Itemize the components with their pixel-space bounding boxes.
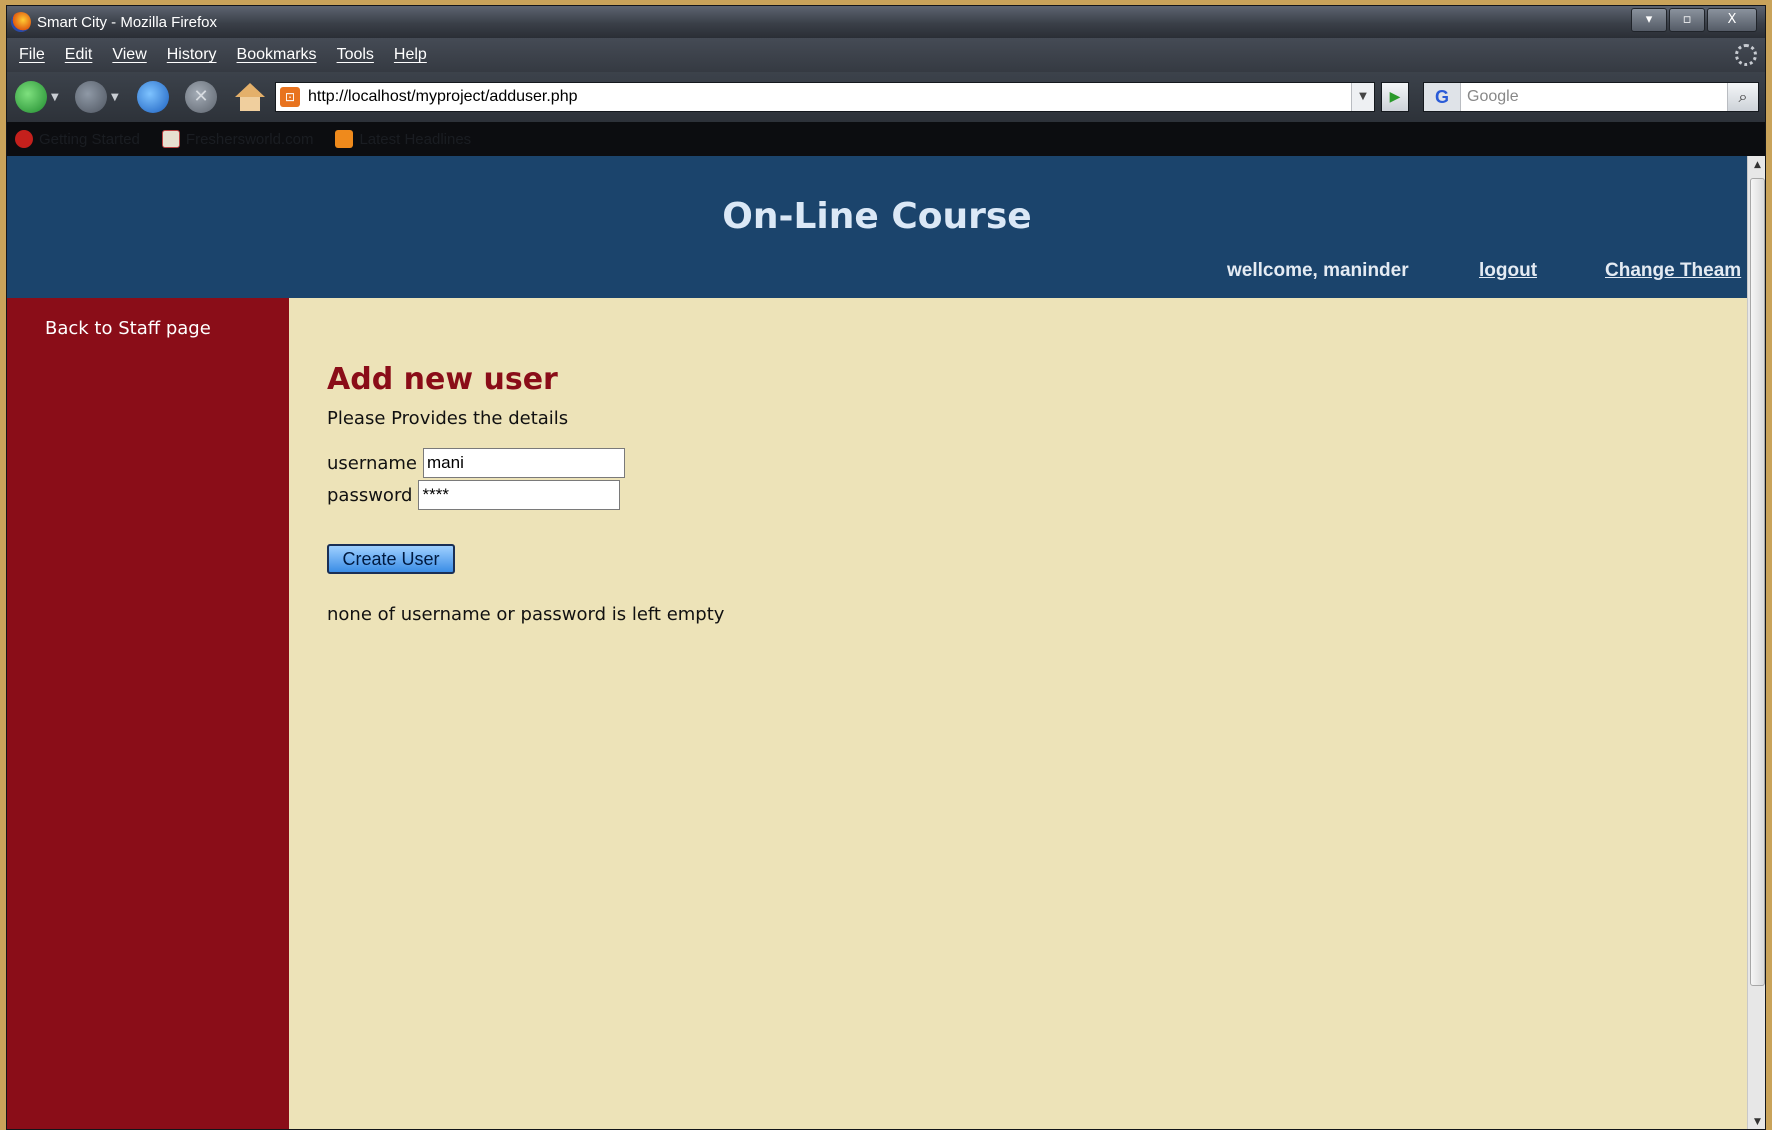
site-favicon-icon: ⊡: [280, 87, 300, 107]
firefox-icon: [11, 12, 31, 32]
forward-arrow-icon[interactable]: [75, 81, 107, 113]
bookmark-freshersworld[interactable]: Freshersworld.com: [161, 130, 314, 148]
page-viewport: On-Line Course wellcome, maninder logout…: [7, 156, 1747, 1129]
validation-message: none of username or password is left emp…: [327, 604, 725, 625]
stop-icon[interactable]: ✕: [185, 81, 217, 113]
minimize-button[interactable]: ▾: [1631, 8, 1667, 32]
home-wall-shape: [240, 97, 260, 111]
bookmark-getting-started[interactable]: Getting Started: [15, 130, 140, 148]
bookmarks-toolbar: Getting Started Freshersworld.com Latest…: [7, 122, 1765, 156]
change-theme-link[interactable]: Change Theam: [1605, 260, 1741, 282]
scroll-thumb[interactable]: [1750, 178, 1765, 986]
page-title: Add new user: [327, 362, 558, 397]
sidebar: Back to Staff page: [7, 298, 289, 1129]
bookmark-label: Getting Started: [39, 130, 140, 148]
home-icon[interactable]: [233, 81, 265, 113]
vertical-scrollbar[interactable]: ▲ ▼: [1747, 156, 1765, 1129]
bookmark-label: Latest Headlines: [359, 130, 472, 148]
scroll-down-arrow-icon[interactable]: ▼: [1748, 1113, 1765, 1129]
firefox-bookmark-icon: [15, 130, 33, 148]
forward-history-dropdown-icon[interactable]: ▼: [111, 92, 119, 103]
title-bar: Smart City - Mozilla Firefox ▾ ▫ X: [7, 6, 1765, 38]
url-dropdown-icon[interactable]: ▼: [1351, 83, 1374, 111]
logout-link[interactable]: logout: [1479, 260, 1537, 282]
search-engine-icon[interactable]: G: [1424, 83, 1461, 111]
back-arrow-icon[interactable]: [15, 81, 47, 113]
reload-icon[interactable]: [137, 81, 169, 113]
instructions-text: Please Provides the details: [327, 408, 569, 429]
window-controls: ▾ ▫ X: [1629, 8, 1757, 32]
create-user-button[interactable]: Create User: [327, 544, 455, 574]
password-input[interactable]: [418, 480, 621, 510]
back-to-staff-page-link[interactable]: Back to Staff page: [45, 318, 211, 339]
menu-help[interactable]: Help: [394, 46, 427, 64]
site-title: On-Line Course: [722, 196, 1032, 237]
search-placeholder[interactable]: Google: [1467, 88, 1519, 106]
menu-edit[interactable]: Edit: [65, 46, 93, 64]
search-bar[interactable]: G Google ⌕: [1423, 82, 1759, 112]
url-text[interactable]: http://localhost/myproject/adduser.php: [308, 88, 578, 106]
home-roof-shape: [235, 83, 265, 97]
address-bar[interactable]: ⊡ http://localhost/myproject/adduser.php…: [275, 82, 1375, 112]
go-button[interactable]: ▶: [1381, 82, 1409, 112]
window-title: Smart City - Mozilla Firefox: [37, 13, 218, 31]
username-input[interactable]: [423, 448, 625, 478]
menu-bar: File Edit View History Bookmarks Tools H…: [7, 38, 1765, 72]
menu-view[interactable]: View: [112, 46, 146, 64]
username-row: username: [327, 448, 625, 478]
menu-bookmarks[interactable]: Bookmarks: [237, 46, 317, 64]
throbber-icon: [1735, 44, 1757, 66]
bookmark-label: Freshersworld.com: [185, 130, 314, 148]
maximize-button[interactable]: ▫: [1669, 8, 1705, 32]
scroll-up-arrow-icon[interactable]: ▲: [1748, 156, 1765, 174]
menu-history[interactable]: History: [167, 46, 217, 64]
navigation-toolbar: ▼ ▼ ✕ ⊡ http://localhost/myproject/addus…: [7, 72, 1765, 122]
password-row: password: [327, 480, 621, 510]
password-label: password: [327, 484, 413, 506]
browser-window: Smart City - Mozilla Firefox ▾ ▫ X File …: [6, 5, 1766, 1130]
menu-tools[interactable]: Tools: [337, 46, 374, 64]
search-icon[interactable]: ⌕: [1727, 83, 1758, 111]
page-bookmark-icon: [161, 130, 180, 148]
username-label: username: [327, 452, 417, 474]
rss-feed-icon: [335, 130, 354, 148]
bookmark-latest-headlines[interactable]: Latest Headlines: [335, 130, 471, 148]
menu-file[interactable]: File: [19, 46, 45, 64]
close-button[interactable]: X: [1707, 8, 1757, 32]
back-history-dropdown-icon[interactable]: ▼: [51, 92, 59, 103]
site-header: On-Line Course wellcome, maninder logout…: [7, 156, 1747, 298]
welcome-text: wellcome, maninder: [1227, 260, 1409, 281]
